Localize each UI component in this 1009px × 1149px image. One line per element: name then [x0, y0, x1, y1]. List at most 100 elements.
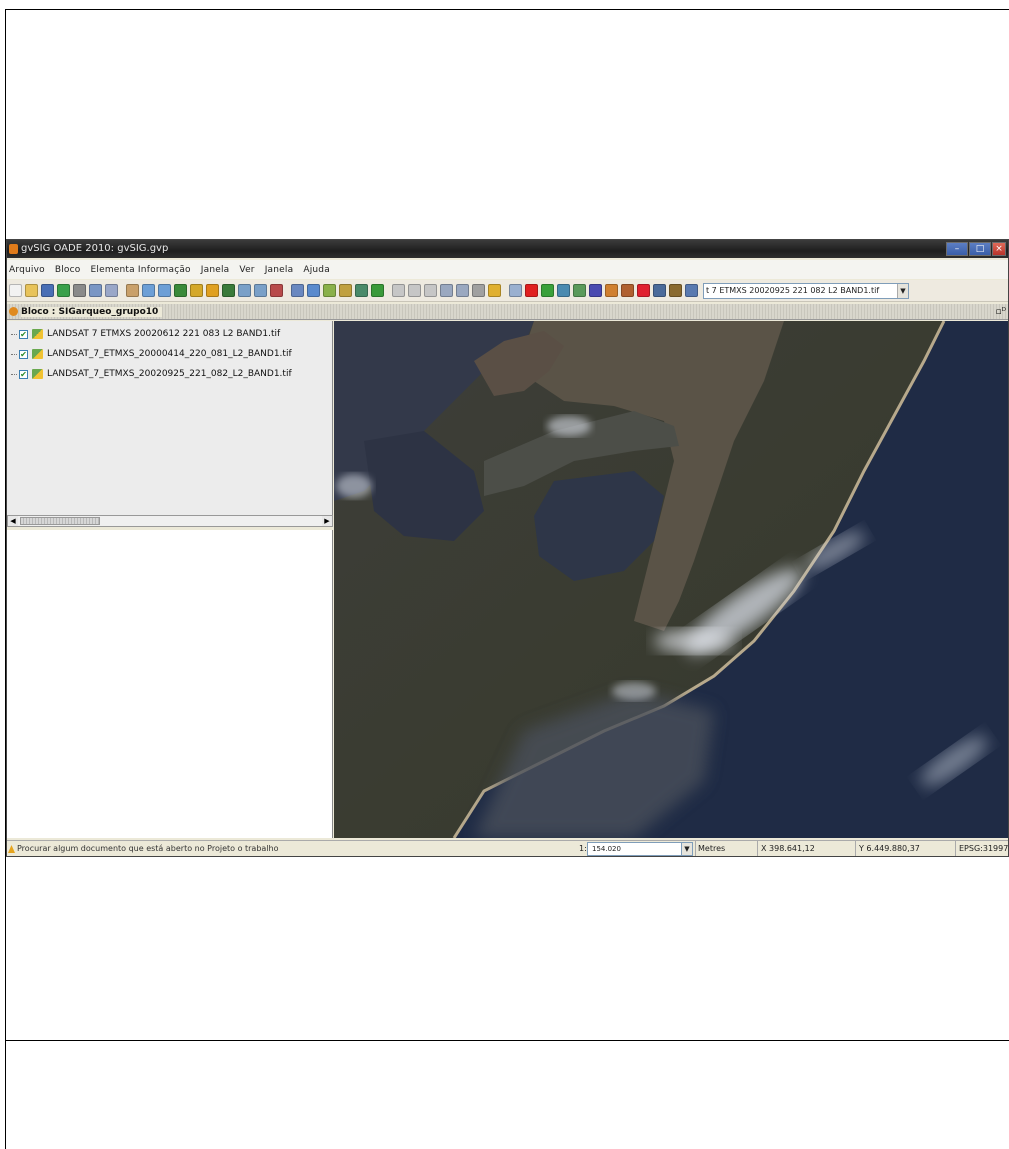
gear-icon[interactable] — [472, 284, 485, 297]
layer-item[interactable]: ✔ LANDSAT_7_ETMXS_20020925_221_082_L2_BA… — [7, 364, 332, 384]
print-icon[interactable] — [73, 284, 86, 297]
print-preview-icon[interactable] — [89, 284, 102, 297]
graph-icon[interactable] — [355, 284, 368, 297]
save-icon[interactable] — [41, 284, 54, 297]
view-title: Bloco : SIGarqueo_grupo10 — [21, 307, 163, 317]
menu-bloco[interactable]: Bloco — [55, 265, 81, 275]
raster-layer-icon — [32, 369, 43, 379]
crs-label: EPSG:31997 — [955, 841, 1008, 856]
zoom-next-icon[interactable] — [254, 284, 267, 297]
maximize-button[interactable]: □ — [969, 242, 991, 256]
new-doc-icon[interactable] — [9, 284, 22, 297]
satellite-image — [334, 321, 1008, 838]
view-header: Bloco : SIGarqueo_grupo10 ▫ᴰ — [7, 304, 1008, 320]
scroll-thumb[interactable] — [20, 517, 100, 525]
title-bar: gvSIG OADE 2010: gvSIG.gvp – □ × — [7, 240, 1008, 258]
table-of-contents: ✔ LANDSAT 7 ETMXS 20020612 221 083 L2 BA… — [7, 321, 333, 527]
menu-janela-2[interactable]: Janela — [265, 265, 294, 275]
rect-icon[interactable] — [424, 284, 437, 297]
menu-arquivo[interactable]: Arquivo — [9, 265, 45, 275]
circle-icon[interactable] — [408, 284, 421, 297]
tree-connector — [11, 353, 17, 355]
raster-icon[interactable] — [509, 284, 522, 297]
minimize-button[interactable]: – — [946, 242, 968, 256]
select-icon[interactable] — [323, 284, 336, 297]
scroll-left-icon[interactable]: ◀ — [8, 516, 18, 526]
status-bar: Procurar algum documento que está aberto… — [7, 840, 1008, 856]
open-folder-icon[interactable] — [25, 284, 38, 297]
layer-checkbox[interactable]: ✔ — [19, 369, 28, 379]
add-layer-icon[interactable] — [57, 284, 70, 297]
document-divider — [5, 1040, 1009, 1041]
view-icon — [9, 307, 18, 316]
rgb-icon[interactable] — [669, 284, 682, 297]
clip-icon[interactable] — [653, 284, 666, 297]
toolbar: t 7 ETMXS 20020925 221 082 L2 BAND1.tif … — [7, 280, 1008, 302]
globe-icon[interactable] — [222, 284, 235, 297]
window-title: gvSIG OADE 2010: gvSIG.gvp — [21, 243, 169, 254]
select-poly-icon[interactable] — [456, 284, 469, 297]
cursor-icon[interactable] — [392, 284, 405, 297]
grid-icon[interactable] — [488, 284, 501, 297]
scale-input[interactable]: 154.020 — [587, 842, 685, 856]
layer-label: LANDSAT_7_ETMXS_20020925_221_082_L2_BAND… — [47, 369, 292, 379]
menu-bar: Arquivo Bloco Elementa Informação Janela… — [7, 260, 1008, 279]
layer-select-value: t 7 ETMXS 20020925 221 082 L2 BAND1.tif — [706, 285, 880, 295]
zoom-out-icon[interactable] — [158, 284, 171, 297]
zoom-select-icon[interactable] — [206, 284, 219, 297]
pan-icon[interactable] — [126, 284, 139, 297]
menu-ver[interactable]: Ver — [239, 265, 254, 275]
layer-checkbox[interactable]: ✔ — [19, 329, 28, 339]
layer-item[interactable]: ✔ LANDSAT_7_ETMXS_20000414_220_081_L2_BA… — [7, 344, 332, 364]
georef-icon[interactable] — [541, 284, 554, 297]
raster-layer-icon — [32, 329, 43, 339]
map-view[interactable] — [334, 321, 1008, 838]
layer-label: LANDSAT_7_ETMXS_20000414_220_081_L2_BAND… — [47, 349, 292, 359]
tree-connector — [11, 373, 17, 375]
close-button[interactable]: × — [992, 242, 1006, 256]
status-message: Procurar algum documento que está aberto… — [17, 844, 279, 853]
info-icon[interactable] — [307, 284, 320, 297]
cloud — [612, 682, 656, 700]
layer-select[interactable]: t 7 ETMXS 20020925 221 082 L2 BAND1.tif … — [703, 282, 909, 299]
query-icon[interactable] — [291, 284, 304, 297]
menu-janela[interactable]: Janela — [201, 265, 230, 275]
raster-layer-icon — [32, 349, 43, 359]
cross-icon[interactable] — [525, 284, 538, 297]
scale-prefix: 1: — [579, 844, 587, 853]
filter-icon[interactable] — [621, 284, 634, 297]
brush-icon[interactable] — [605, 284, 618, 297]
histogram-icon[interactable] — [573, 284, 586, 297]
target-icon[interactable] — [637, 284, 650, 297]
y-coordinate: Y 6.449.880,37 — [855, 841, 955, 856]
stack-icon[interactable] — [685, 284, 698, 297]
scroll-right-icon[interactable]: ▶ — [322, 516, 332, 526]
window-controls: – □ × — [946, 242, 1006, 256]
menu-elementa[interactable]: Elementa Informação — [91, 265, 191, 275]
toc-horizontal-scrollbar[interactable]: ◀ ▶ — [7, 515, 333, 527]
layers-icon[interactable] — [557, 284, 570, 297]
chevron-down-icon[interactable]: ▼ — [897, 283, 908, 298]
edit-icon[interactable] — [371, 284, 384, 297]
table-icon[interactable] — [339, 284, 352, 297]
chevron-down-icon[interactable]: ▼ — [681, 842, 693, 856]
band-icon[interactable] — [589, 284, 602, 297]
cloud — [336, 474, 372, 498]
zoom-layer-icon[interactable] — [190, 284, 203, 297]
menu-ajuda[interactable]: Ajuda — [303, 265, 330, 275]
cloud — [654, 629, 734, 653]
layer-label: LANDSAT 7 ETMXS 20020612 221 083 L2 BAND… — [47, 329, 281, 339]
layer-item[interactable]: ✔ LANDSAT 7 ETMXS 20020612 221 083 L2 BA… — [7, 324, 332, 344]
tree-connector — [11, 333, 17, 335]
cloud — [547, 416, 591, 436]
locator-map — [7, 530, 333, 838]
gvsig-window: gvSIG OADE 2010: gvSIG.gvp – □ × Arquivo… — [6, 239, 1009, 857]
layer-checkbox[interactable]: ✔ — [19, 349, 28, 359]
measure-icon[interactable] — [270, 284, 283, 297]
zoom-extent-icon[interactable] — [174, 284, 187, 297]
select-point-icon[interactable] — [440, 284, 453, 297]
view-restore-icon[interactable]: ▫ᴰ — [996, 304, 1006, 320]
zoom-in-icon[interactable] — [142, 284, 155, 297]
layout-icon[interactable] — [105, 284, 118, 297]
zoom-previous-icon[interactable] — [238, 284, 251, 297]
